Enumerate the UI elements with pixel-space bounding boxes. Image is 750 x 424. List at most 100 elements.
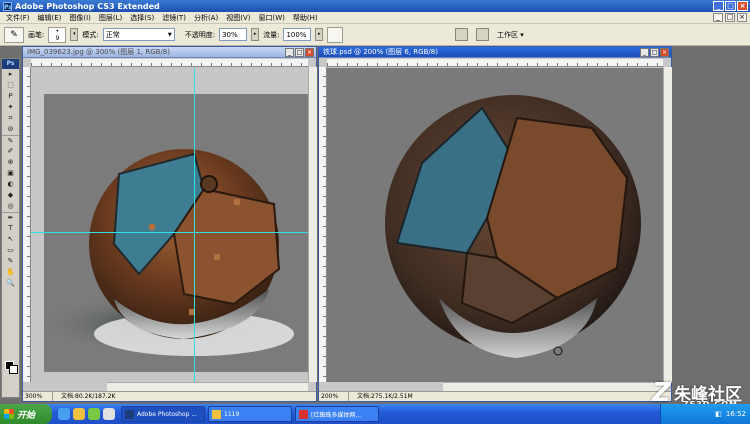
history-brush-icon[interactable]: ▣ (2, 168, 19, 179)
minimize-button[interactable]: _ (713, 1, 724, 11)
zoom-tool-icon[interactable]: 🔍 (2, 278, 19, 289)
doc-right-maximize-button[interactable]: □ (650, 48, 659, 57)
chevron-down-icon: ▼ (167, 31, 172, 38)
doc-left-zoom[interactable]: 300% (23, 392, 53, 401)
maximize-button[interactable]: □ (725, 1, 736, 11)
lasso-tool-icon[interactable]: ᑭ (2, 91, 19, 102)
type-tool-icon[interactable]: T (2, 223, 19, 234)
quick-launch (52, 408, 121, 420)
opacity-input[interactable]: 30% (219, 28, 248, 41)
folder-icon[interactable] (73, 408, 85, 420)
doc-restore-button[interactable]: □ (725, 13, 735, 22)
desktop-icon[interactable] (103, 408, 115, 420)
doc-left-maximize-button[interactable]: □ (295, 48, 304, 57)
start-button[interactable]: 开始 (0, 404, 52, 424)
task-browser[interactable]: [红蜘蛛多媒体网... (295, 406, 379, 422)
ps-logo: Ps (2, 59, 19, 69)
doc-left-close-button[interactable]: × (305, 48, 314, 57)
magic-wand-icon[interactable]: ✦ (2, 102, 19, 113)
media-icon[interactable] (88, 408, 100, 420)
menu-image[interactable]: 图像(I) (65, 13, 95, 23)
doc-close-button[interactable]: × (737, 13, 747, 22)
pen-tool-icon[interactable]: ✒ (2, 212, 19, 223)
document-window-right[interactable]: 铁球.psd @ 200% (图层 6, RGB/8) _ □ × 200% 文… (318, 46, 672, 402)
guide-vertical[interactable] (194, 68, 195, 382)
flow-value: 100% (286, 30, 307, 39)
marquee-tool-icon[interactable]: ⬚ (2, 80, 19, 91)
crop-tool-icon[interactable]: ⌗ (2, 113, 19, 124)
flow-input[interactable]: 100% (283, 28, 312, 41)
brush-size: 9 (55, 34, 60, 42)
menu-file[interactable]: 文件(F) (2, 13, 34, 23)
menu-select[interactable]: 选择(S) (126, 13, 158, 23)
doc-right-ruler-vertical[interactable] (319, 67, 327, 382)
brush-dropdown-icon[interactable]: ▾ (70, 28, 79, 41)
path-select-icon[interactable]: ↖ (2, 234, 19, 245)
doc-right-canvas[interactable] (327, 68, 663, 382)
app-title: Adobe Photoshop CS3 Extended (15, 1, 160, 11)
task-browser-label: [红蜘蛛多媒体网... (311, 411, 362, 419)
folder-icon (212, 409, 221, 419)
tablet-pressure-icon[interactable] (476, 28, 489, 41)
tool-preset-picker[interactable]: ✎ (4, 26, 24, 43)
doc-left-scrollbar-horizontal[interactable] (107, 382, 308, 391)
close-button[interactable]: × (737, 1, 748, 11)
menu-window[interactable]: 窗口(W) (254, 13, 288, 23)
doc-right-zoom[interactable]: 200% (319, 392, 349, 401)
notes-icon[interactable]: ✎ (2, 256, 19, 267)
workspace-menu[interactable]: 工作区 ▾ (497, 30, 524, 40)
menu-layer[interactable]: 图层(L) (95, 13, 126, 23)
brush-picker[interactable]: • 9 (48, 26, 67, 43)
slice-tool-icon[interactable]: ⊘ (2, 124, 19, 135)
background-color-swatch[interactable] (9, 365, 18, 374)
doc-right-ruler-horizontal[interactable] (327, 59, 663, 67)
task-photoshop[interactable]: Adobe Photoshop ... (121, 406, 205, 422)
doc-right-close-button[interactable]: × (660, 48, 669, 57)
doc-left-ruler-horizontal[interactable] (31, 59, 308, 67)
menu-edit[interactable]: 编辑(E) (34, 13, 66, 23)
doc-minimize-button[interactable]: _ (713, 13, 723, 22)
palette-well-icon[interactable] (455, 28, 468, 41)
document-window-left[interactable]: IMG_039623.jpg @ 300% (图层 1, RGB/8) _ □ … (22, 46, 317, 402)
brush-icon: ✎ (10, 29, 18, 40)
menu-help[interactable]: 帮助(H) (289, 13, 322, 23)
airbrush-toggle-icon[interactable] (327, 26, 344, 43)
blur-tool-icon[interactable]: ◎ (2, 201, 19, 212)
clock: 16:52 (725, 410, 746, 418)
task-folder[interactable]: 1119 (208, 406, 292, 422)
brush-dot-icon: • (55, 27, 60, 35)
doc-left-canvas[interactable] (44, 94, 317, 372)
eraser-icon[interactable]: ◐ (2, 179, 19, 190)
clone-stamp-icon[interactable]: ⊕ (2, 157, 19, 168)
doc-right-minimize-button[interactable]: _ (640, 48, 649, 57)
menu-filter[interactable]: 滤镜(T) (158, 13, 190, 23)
guide-horizontal[interactable] (31, 232, 308, 233)
move-tool-icon[interactable]: ▸ (2, 69, 19, 80)
browser-icon (299, 409, 308, 419)
menu-view[interactable]: 视图(V) (222, 13, 254, 23)
mode-select[interactable]: 正常 ▼ (102, 28, 175, 41)
zf3d-logo-icon: Z (652, 377, 671, 408)
flow-slider-icon[interactable]: ▸ (315, 28, 324, 41)
windows-flag-icon (4, 409, 14, 419)
hand-tool-icon[interactable]: ✋ (2, 267, 19, 278)
rivet (149, 224, 155, 230)
brush-tool-icon[interactable]: ✐ (2, 146, 19, 157)
menu-analysis[interactable]: 分析(A) (190, 13, 222, 23)
shape-tool-icon[interactable]: ▭ (2, 245, 19, 256)
ie-icon[interactable] (58, 408, 70, 420)
doc-right-scrollbar-horizontal[interactable] (443, 382, 663, 391)
doc-left-minimize-button[interactable]: _ (285, 48, 294, 57)
opacity-slider-icon[interactable]: ▸ (251, 28, 260, 41)
start-label: 开始 (17, 410, 36, 421)
gradient-icon[interactable]: ◆ (2, 190, 19, 201)
menu-bar: 文件(F) 编辑(E) 图像(I) 图层(L) 选择(S) 滤镜(T) 分析(A… (0, 12, 750, 24)
doc-right-scrollbar-vertical[interactable] (663, 67, 672, 382)
doc-left-scrollbar-vertical[interactable] (308, 67, 317, 382)
system-tray: ◧ 16:52 (660, 404, 750, 424)
network-icon[interactable]: ◧ (715, 410, 722, 418)
doc-left-ruler-vertical[interactable] (23, 67, 31, 382)
workspace-label: 工作区 ▾ (497, 31, 524, 39)
healing-brush-icon[interactable]: ✎ (2, 135, 19, 146)
doc-right-doc-size: 文档:275.1K/2.51M (357, 393, 413, 400)
